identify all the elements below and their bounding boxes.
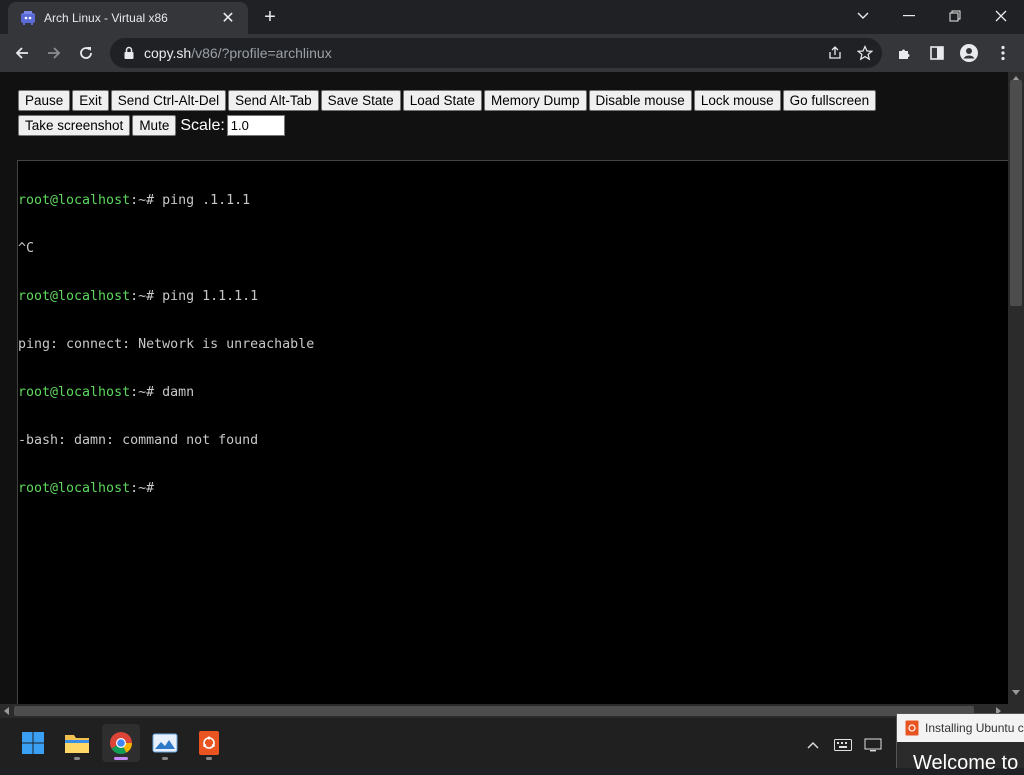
url-host: copy.sh [144, 45, 192, 61]
notification-title: Installing Ubuntu c [925, 721, 1024, 735]
tab-search-chevron-icon[interactable] [840, 0, 886, 32]
lock-mouse-button[interactable]: Lock mouse [693, 90, 781, 111]
command-text: ping .1.1.1 [162, 193, 251, 208]
load-state-button[interactable]: Load State [402, 90, 482, 111]
pause-button[interactable]: Pause [18, 90, 71, 111]
save-state-button[interactable]: Save State [320, 90, 401, 111]
notification-body: Welcome to [913, 752, 1019, 774]
start-icon[interactable] [14, 724, 52, 762]
notification-header[interactable]: Installing Ubuntu c [897, 714, 1024, 742]
show-hidden-icons-chevron-icon[interactable] [802, 734, 824, 756]
reload-icon[interactable] [71, 38, 101, 68]
go-fullscreen-button[interactable]: Go fullscreen [782, 90, 877, 111]
photos-icon[interactable] [146, 724, 184, 762]
url-path: /v86/?profile=archlinux [191, 45, 332, 61]
browser-tab[interactable]: Arch Linux - Virtual x86 ✕ [8, 2, 248, 34]
extensions-puzzle-icon[interactable] [890, 38, 920, 68]
prompt-path: :~# [130, 481, 163, 496]
new-tab-icon[interactable]: + [258, 6, 282, 28]
scroll-down-icon[interactable] [1012, 690, 1020, 695]
close-window-icon[interactable] [978, 0, 1024, 32]
horizontal-scroll-thumb[interactable] [14, 706, 974, 716]
chrome-icon[interactable] [102, 724, 140, 762]
send-ctrl-alt-del-button[interactable]: Send Ctrl-Alt-Del [110, 90, 227, 111]
terminal-line: root@localhost:~# ping .1.1.1 [18, 193, 314, 209]
terminal-line: -bash: damn: command not found [18, 433, 259, 448]
terminal-output: root@localhost:~# ping .1.1.1 ^C root@lo… [18, 161, 314, 529]
page-content: Pause Exit Send Ctrl-Alt-Del Send Alt-Tab Sa… [0, 72, 1008, 704]
minimize-icon[interactable] [886, 0, 932, 32]
prompt-path: :~# [130, 289, 163, 304]
scale-label: Scale: [180, 116, 225, 134]
url-text[interactable]: copy.sh/v86/?profile=archlinux [144, 45, 822, 61]
vertical-scroll-thumb[interactable] [1010, 80, 1022, 306]
terminal-line: root@localhost:~# damn [18, 385, 314, 401]
forward-icon[interactable] [39, 38, 69, 68]
side-panel-icon[interactable] [922, 38, 952, 68]
ubuntu-installer-small-icon [905, 720, 919, 736]
prompt-user: root@localhost [18, 385, 131, 400]
command-text: ping 1.1.1.1 [162, 289, 259, 304]
profile-avatar-icon[interactable] [954, 38, 984, 68]
ubuntu-installer-icon[interactable] [190, 724, 228, 762]
share-icon[interactable] [822, 40, 848, 66]
bookmark-star-icon[interactable] [852, 40, 878, 66]
terminal-line: root@localhost:~# ping 1.1.1.1 [18, 289, 314, 305]
prompt-user: root@localhost [18, 481, 131, 496]
browser-titlebar: Arch Linux - Virtual x86 ✕ + [0, 0, 1024, 34]
prompt-user: root@localhost [18, 289, 131, 304]
command-text: damn [162, 385, 195, 400]
restore-icon[interactable] [932, 0, 978, 32]
scroll-left-icon[interactable] [4, 707, 9, 715]
file-explorer-icon[interactable] [58, 724, 96, 762]
prompt-path: :~# [130, 385, 163, 400]
lock-icon[interactable] [122, 46, 136, 60]
address-bar[interactable]: copy.sh/v86/?profile=archlinux [110, 38, 882, 68]
emulator-controls: Pause Exit Send Ctrl-Alt-Del Send Alt-Tab Sa… [18, 90, 1008, 140]
memory-dump-button[interactable]: Memory Dump [484, 90, 587, 111]
keyboard-icon[interactable] [832, 734, 854, 756]
terminal-line: ^C [18, 241, 35, 256]
send-alt-tab-button[interactable]: Send Alt-Tab [228, 90, 319, 111]
terminal-line: root@localhost:~# [18, 481, 314, 497]
prompt-user: root@localhost [18, 193, 131, 208]
take-screenshot-button[interactable]: Take screenshot [18, 115, 131, 136]
prompt-path: :~# [130, 193, 163, 208]
disable-mouse-button[interactable]: Disable mouse [588, 90, 692, 111]
emulator-screen[interactable]: root@localhost:~# ping .1.1.1 ^C root@lo… [17, 160, 1008, 704]
browser-toolbar: copy.sh/v86/?profile=archlinux [0, 34, 1024, 72]
browser-menu-icon[interactable] [988, 38, 1018, 68]
exit-button[interactable]: Exit [72, 90, 109, 111]
mute-button[interactable]: Mute [132, 115, 177, 136]
terminal-line: ping: connect: Network is unreachable [18, 337, 315, 352]
v86-favicon-icon [21, 11, 35, 25]
notification-popup[interactable]: Installing Ubuntu c Welcome to [896, 713, 1024, 774]
tab-close-icon[interactable]: ✕ [218, 8, 238, 28]
scale-input[interactable] [226, 115, 285, 136]
display-icon[interactable] [862, 734, 884, 756]
tab-title: Arch Linux - Virtual x86 [44, 11, 168, 25]
back-icon[interactable] [7, 38, 37, 68]
